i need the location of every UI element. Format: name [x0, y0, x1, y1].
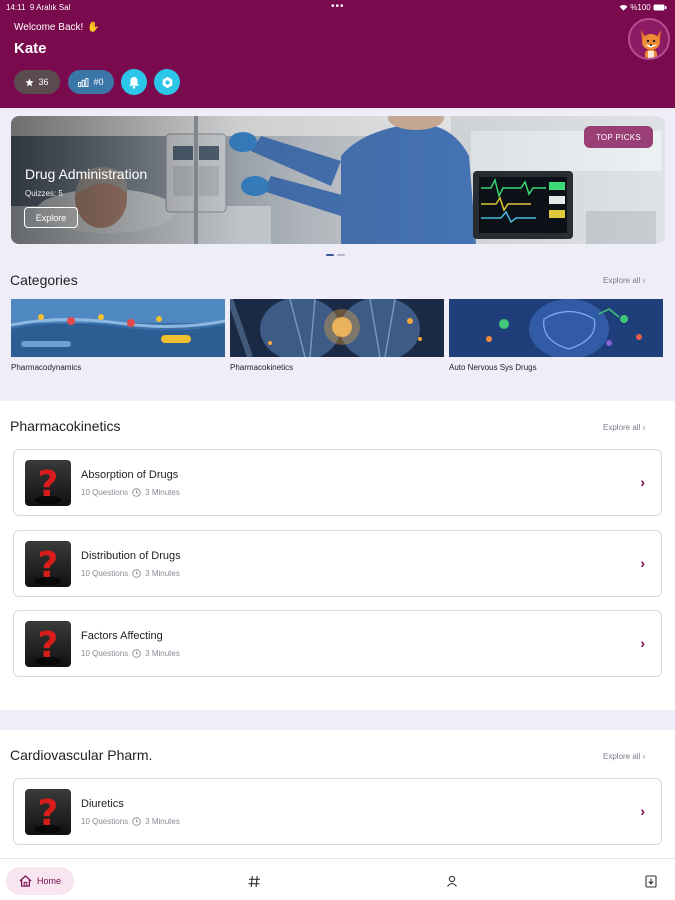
carousel-dot-active[interactable]	[326, 254, 334, 256]
category-label: Pharmacodynamics	[11, 363, 82, 372]
quiz-duration: 3 Minutes	[145, 569, 180, 578]
section-explore-all[interactable]: Explore all ›	[603, 423, 645, 432]
question-mark-icon: ?	[25, 621, 71, 667]
cardiovascular-section: Cardiovascular Pharm. Explore all › ? Di…	[0, 730, 675, 858]
wave-icon: ✋	[87, 22, 100, 33]
home-icon	[19, 875, 32, 887]
svg-text:?: ?	[38, 625, 59, 666]
bottom-navigation: Home	[0, 858, 675, 900]
svg-text:?: ?	[38, 464, 59, 505]
quiz-duration: 3 Minutes	[145, 488, 180, 497]
category-card-auto-nervous[interactable]: Auto Nervous Sys Drugs	[449, 299, 663, 372]
carousel-indicator	[326, 254, 345, 256]
svg-text:?: ?	[38, 545, 59, 586]
multitask-dots[interactable]: •••	[331, 1, 345, 12]
chevron-right-icon: ›	[640, 474, 645, 490]
category-card-pharmacokinetics[interactable]: Pharmacokinetics	[230, 299, 444, 372]
categories-title: Categories	[10, 272, 78, 288]
question-count: 10 Questions	[81, 817, 129, 826]
question-mark-icon: ?	[25, 460, 71, 506]
stars-chip[interactable]: 36	[14, 70, 60, 94]
banner-explore-button[interactable]: Explore	[24, 207, 78, 228]
bell-icon	[129, 76, 139, 89]
user-name: Kate	[14, 40, 47, 57]
user-icon	[447, 875, 457, 887]
avatar[interactable]	[628, 18, 670, 60]
clock-icon	[132, 488, 141, 497]
category-label: Pharmacokinetics	[230, 363, 294, 372]
quiz-card[interactable]: ? Absorption of Drugs 10 Questions 3 Min…	[13, 449, 662, 516]
quiz-card[interactable]: ? Diuretics 10 Questions 3 Minutes ›	[13, 778, 662, 845]
category-image	[449, 299, 663, 357]
clock-icon	[132, 649, 141, 658]
rank-value: #0	[93, 77, 104, 87]
status-time: 14:11 9 Aralık Sal	[6, 3, 71, 12]
section-title: Pharmacokinetics	[10, 418, 121, 434]
pharmacokinetics-section: Pharmacokinetics Explore all › ? Absorpt…	[0, 401, 675, 710]
svg-text:?: ?	[38, 793, 59, 834]
quiz-name: Absorption of Drugs	[81, 469, 179, 481]
top-picks-badge: TOP PICKS	[584, 126, 653, 148]
question-count: 10 Questions	[81, 649, 129, 658]
quiz-card[interactable]: ? Factors Affecting 10 Questions 3 Minut…	[13, 610, 662, 677]
achievements-button[interactable]	[154, 69, 180, 95]
wifi-icon	[619, 5, 628, 11]
stars-count: 36	[38, 77, 49, 87]
battery-icon	[653, 4, 667, 11]
question-count: 10 Questions	[81, 488, 129, 497]
chevron-right-icon: ›	[640, 803, 645, 819]
nav-download-button[interactable]	[643, 873, 659, 889]
quiz-duration: 3 Minutes	[145, 649, 180, 658]
nav-profile-button[interactable]	[444, 873, 460, 889]
notifications-button[interactable]	[121, 69, 147, 95]
carousel-dot[interactable]	[337, 254, 345, 256]
hexagon-icon	[162, 76, 172, 88]
star-icon	[25, 77, 35, 86]
quiz-name: Distribution of Drugs	[81, 550, 181, 562]
section-title: Cardiovascular Pharm.	[10, 747, 153, 763]
quiz-meta: 10 Questions 3 Minutes	[81, 649, 180, 658]
nav-home-button[interactable]: Home	[6, 867, 74, 895]
quiz-duration: 3 Minutes	[145, 817, 180, 826]
category-image	[11, 299, 225, 357]
hash-icon	[248, 875, 260, 887]
status-bar: 14:11 9 Aralık Sal ••• %100	[0, 0, 675, 14]
download-icon	[645, 874, 657, 888]
category-card-pharmacodynamics[interactable]: Pharmacodynamics	[11, 299, 225, 372]
quiz-meta: 10 Questions 3 Minutes	[81, 817, 180, 826]
clock-icon	[132, 569, 141, 578]
rank-chip[interactable]: #0	[68, 70, 114, 94]
welcome-text: Welcome Back! ✋	[14, 22, 100, 33]
section-explore-all[interactable]: Explore all ›	[603, 752, 645, 761]
nav-categories-button[interactable]	[246, 873, 262, 889]
chevron-right-icon: ›	[640, 555, 645, 571]
question-count: 10 Questions	[81, 569, 129, 578]
quiz-meta: 10 Questions 3 Minutes	[81, 488, 180, 497]
question-mark-icon: ?	[25, 541, 71, 587]
featured-banner[interactable]: Drug Administration Quizzes: 5 Explore T…	[11, 116, 665, 244]
banner-quiz-count: Quizzes: 5	[25, 189, 63, 198]
question-mark-icon: ?	[25, 789, 71, 835]
fox-avatar-icon	[630, 20, 668, 58]
nav-home-label: Home	[36, 876, 61, 886]
banner-title: Drug Administration	[25, 166, 148, 182]
app-header: 14:11 9 Aralık Sal ••• %100 Welcome Back…	[0, 0, 675, 108]
quiz-meta: 10 Questions 3 Minutes	[81, 569, 180, 578]
chevron-right-icon: ›	[640, 635, 645, 651]
status-battery: %100	[619, 3, 667, 12]
category-image	[230, 299, 444, 357]
quiz-name: Factors Affecting	[81, 630, 163, 642]
quiz-card[interactable]: ? Distribution of Drugs 10 Questions 3 M…	[13, 530, 662, 597]
category-label: Auto Nervous Sys Drugs	[449, 363, 537, 372]
quiz-name: Diuretics	[81, 798, 124, 810]
clock-icon	[132, 817, 141, 826]
chart-icon	[78, 77, 89, 87]
categories-explore-all[interactable]: Explore all ›	[603, 276, 645, 285]
